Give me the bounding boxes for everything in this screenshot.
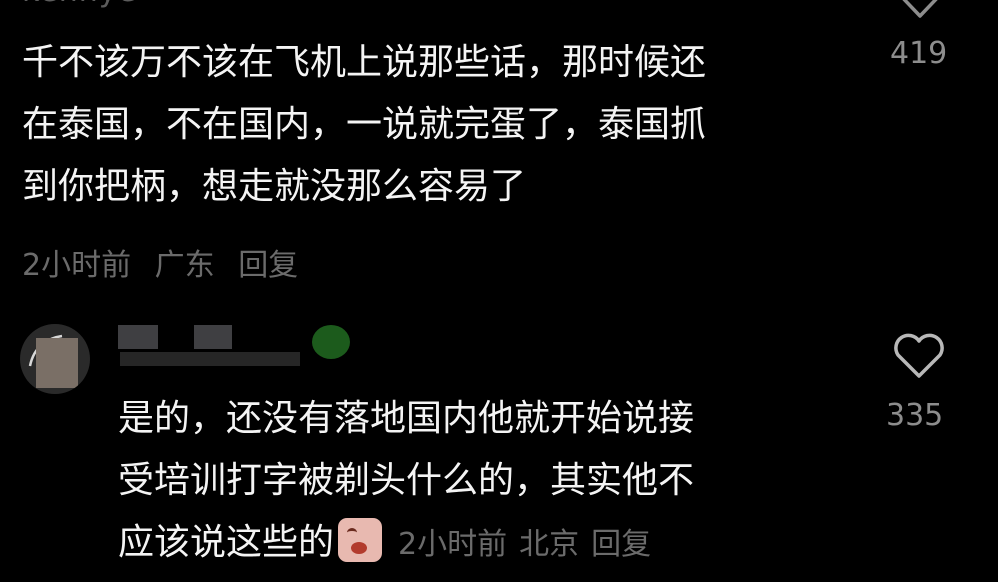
avatar[interactable] bbox=[20, 324, 90, 394]
comment-text-line: 应该说这些的 bbox=[118, 522, 335, 563]
comment-meta: 2小时前 北京 回复 bbox=[398, 527, 663, 562]
username-redaction bbox=[194, 325, 232, 349]
comment-time: 2小时前 bbox=[398, 527, 508, 562]
username-redaction bbox=[118, 325, 158, 349]
reply-button[interactable]: 回复 bbox=[591, 527, 651, 562]
comment-username[interactable]: kenhye bbox=[22, 0, 137, 9]
comment-location: 广东 bbox=[154, 248, 215, 283]
like-count: 335 bbox=[886, 398, 944, 433]
crying-face-sticker-icon bbox=[338, 518, 383, 562]
comment-time: 2小时前 bbox=[22, 248, 132, 283]
comment-text-line: 千不该万不该在飞机上说那些话，那时候还 bbox=[22, 42, 707, 83]
comment-text-line-last: 应该说这些的 2小时前 北京 回复 bbox=[118, 512, 838, 576]
like-count: 419 bbox=[890, 36, 948, 71]
comment-text: 千不该万不该在飞机上说那些话，那时候还 在泰国，不在国内，一说就完蛋了，泰国抓 … bbox=[22, 32, 842, 218]
heart-icon[interactable] bbox=[892, 332, 946, 380]
username-redaction bbox=[120, 352, 300, 366]
comment-text-line: 到你把柄，想走就没那么容易了 bbox=[22, 166, 527, 207]
comment-text: 是的，还没有落地国内他就开始说接 受培训打字被剃头什么的，其实他不 应该说这些的… bbox=[118, 388, 838, 576]
avatar-redaction bbox=[36, 338, 78, 388]
reply-button[interactable]: 回复 bbox=[238, 248, 298, 283]
comment-text-line: 在泰国，不在国内，一说就完蛋了，泰国抓 bbox=[22, 104, 707, 145]
comment-text-line: 是的，还没有落地国内他就开始说接 bbox=[118, 398, 695, 439]
user-badge-icon bbox=[312, 325, 350, 359]
comment-text-line: 受培训打字被剃头什么的，其实他不 bbox=[118, 460, 695, 501]
heart-icon[interactable] bbox=[893, 0, 947, 20]
comment-meta: 2小时前 广东 回复 bbox=[22, 240, 312, 284]
comment-location: 北京 bbox=[519, 527, 580, 562]
